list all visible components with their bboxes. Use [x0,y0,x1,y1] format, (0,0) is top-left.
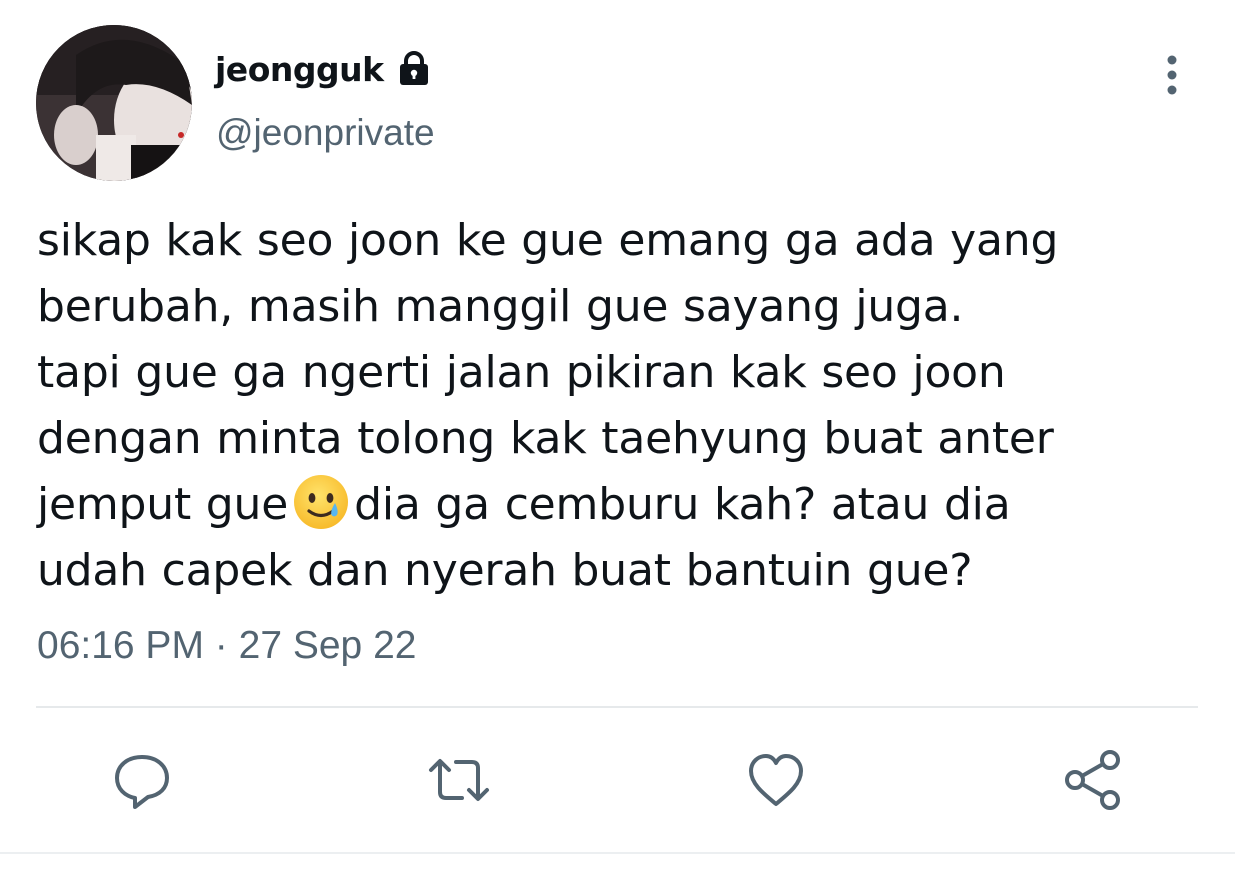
divider [36,706,1198,708]
tweet-line: udah capek dan nyerah buat bantuin gue? [37,545,973,596]
share-icon [1065,750,1120,810]
tweet-line-part: dia ga cemburu kah? atau dia [354,479,1011,530]
smiling-face-with-tear-emoji [292,473,350,531]
reply-button[interactable] [110,748,174,812]
tweet-timestamp[interactable]: 06:16 PM · 27 Sep 22 [37,624,416,668]
tweet-date: 27 Sep 22 [238,624,417,667]
tweet-line: sikap kak seo joon ke gue emang ga ada y… [37,215,1059,266]
retweet-icon [429,759,489,801]
retweet-button[interactable] [427,748,491,812]
timestamp-separator: · [214,624,228,667]
author-handle[interactable]: @jeonprivate [216,112,435,154]
display-name[interactable]: jeongguk [215,50,384,89]
bottom-divider [0,852,1235,854]
avatar[interactable] [36,25,192,181]
heart-icon [749,754,803,806]
tweet-time: 06:16 PM [37,624,204,667]
tweet-line-with-emoji: jemput gue dia ga cemburu kah? atau dia [37,472,1207,538]
tweet-line: dengan minta tolong kak taehyung buat an… [37,413,1054,464]
vertical-ellipsis-icon [1167,55,1177,95]
share-button[interactable] [1061,748,1125,812]
profile-photo [36,25,192,181]
more-options-button[interactable] [1150,50,1194,100]
reply-icon [115,755,169,809]
author-name-row: jeongguk [215,44,434,94]
tweet-line-part: jemput gue [37,479,289,530]
tweet-text: sikap kak seo joon ke gue emang ga ada y… [37,208,1207,604]
like-button[interactable] [744,748,808,812]
tweet-line: tapi gue ga ngerti jalan pikiran kak seo… [37,347,1006,398]
tweet-line: berubah, masih manggil gue sayang juga. [37,281,964,332]
lock-icon [394,49,434,89]
